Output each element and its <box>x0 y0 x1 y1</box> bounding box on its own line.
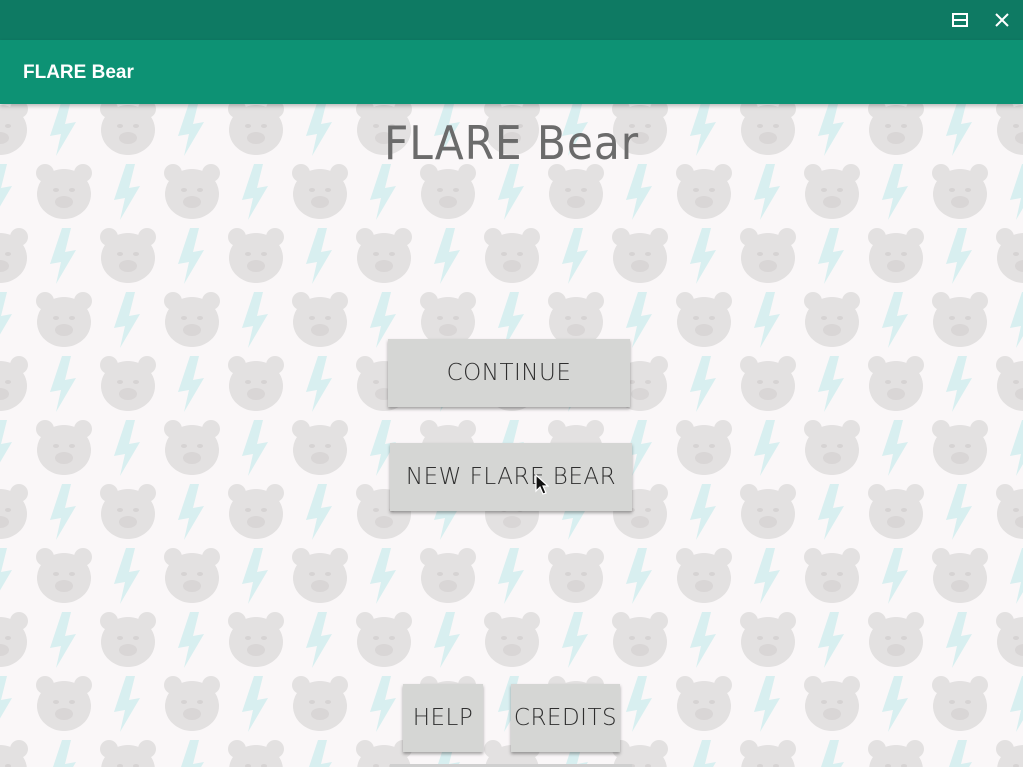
game-title: FLARE Bear <box>383 116 640 170</box>
credits-button[interactable]: CREDITS <box>511 684 620 752</box>
mouse-pointer-icon <box>535 473 550 501</box>
main-menu: FLARE Bear CONTINUE NEW FLARE BEAR HELP … <box>0 104 1023 767</box>
background-pattern <box>0 104 1023 767</box>
window-titlebar <box>0 0 1023 40</box>
app-bar: FLARE Bear <box>0 40 1023 104</box>
help-button[interactable]: HELP <box>403 684 483 752</box>
new-flare-bear-button[interactable]: NEW FLARE BEAR <box>390 443 632 511</box>
close-icon[interactable] <box>988 6 1016 34</box>
window-maximize-icon[interactable] <box>946 6 974 34</box>
app-title: FLARE Bear <box>23 62 134 83</box>
continue-button[interactable]: CONTINUE <box>388 339 630 407</box>
